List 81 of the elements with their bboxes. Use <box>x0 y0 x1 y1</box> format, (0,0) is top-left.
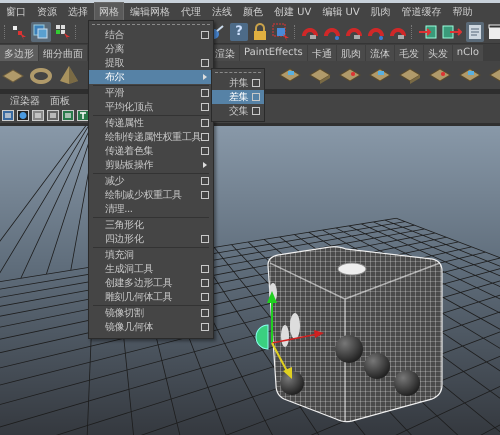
menu-item[interactable]: 分离 <box>89 42 213 56</box>
option-box-icon[interactable] <box>252 107 260 115</box>
menu-item[interactable]: 传递着色集 <box>89 144 213 158</box>
pyramid-icon[interactable] <box>58 65 80 85</box>
option-box-icon[interactable] <box>201 59 209 67</box>
shelf-tab[interactable]: 卡通 <box>308 45 336 61</box>
option-box-icon[interactable] <box>201 265 209 273</box>
menu-item[interactable]: 网格 <box>95 2 123 20</box>
shelf-tab[interactable]: 多边形 <box>0 45 38 61</box>
option-box-icon[interactable] <box>201 191 209 199</box>
option-box-icon[interactable] <box>201 119 209 127</box>
menu-item[interactable]: 资源 <box>33 2 61 20</box>
menu-item[interactable]: 提取 <box>89 56 213 70</box>
menu-item[interactable]: 差集 <box>212 90 264 104</box>
shelf-tab[interactable]: nClo <box>452 45 483 61</box>
menu-item[interactable]: 平均化顶点 <box>89 100 213 114</box>
menu-item[interactable]: 生成洞工具 <box>89 262 213 276</box>
menu-item[interactable]: 四边形化 <box>89 232 213 246</box>
menu-item[interactable]: 编辑网格 <box>126 2 174 20</box>
lock-icon[interactable] <box>252 22 268 40</box>
option-box-icon[interactable] <box>201 279 209 287</box>
output-arrow-icon[interactable] <box>442 24 462 40</box>
option-box-icon[interactable] <box>201 103 209 111</box>
help-button[interactable]: ? <box>230 22 248 40</box>
panel-menu-item[interactable]: 面板 <box>50 94 70 108</box>
select-tool-icon[interactable] <box>11 24 27 40</box>
panel-menu-item[interactable]: 渲染器 <box>10 94 40 108</box>
grid-icon[interactable] <box>2 110 14 120</box>
attribute-editor-button[interactable] <box>466 22 484 42</box>
select-button[interactable] <box>31 22 51 42</box>
shelf-tab[interactable]: 毛发 <box>394 45 423 61</box>
menu-item[interactable]: 代理 <box>177 2 205 20</box>
shelf-tab[interactable]: 流体 <box>366 45 394 61</box>
shelf-tab[interactable]: 头发 <box>424 45 452 61</box>
menu-item[interactable]: 减少 <box>89 174 213 188</box>
menu-item[interactable]: 创建 UV <box>270 2 316 20</box>
menu-item[interactable]: 并集 <box>212 76 264 90</box>
clapperboard-icon[interactable] <box>488 24 500 40</box>
select-tool-icon[interactable] <box>55 24 71 40</box>
menu-item[interactable]: 镜像切割 <box>89 306 213 320</box>
option-box-icon[interactable] <box>201 31 209 39</box>
menu-item[interactable]: 传递属性 <box>89 116 213 130</box>
option-box-icon[interactable] <box>201 177 209 185</box>
menu-item[interactable]: 肌肉 <box>366 2 395 20</box>
menu-item[interactable]: 剪贴板操作 <box>89 158 213 172</box>
option-box-icon[interactable] <box>201 133 210 141</box>
menu-item[interactable]: 选择 <box>64 2 92 20</box>
menu-item[interactable]: 交集 <box>212 104 264 118</box>
sphere-icon[interactable] <box>17 110 29 120</box>
menu-item[interactable]: 绘制减少权重工具 <box>89 188 213 202</box>
text-icon[interactable] <box>77 110 89 120</box>
menu-item[interactable]: 雕刻几何体工具 <box>89 290 213 304</box>
menu-item[interactable]: 结合 <box>89 28 213 42</box>
menu-item[interactable]: 创建多边形工具 <box>89 276 213 290</box>
tear-off-line[interactable] <box>212 69 264 76</box>
menu-item[interactable]: 清理... <box>89 202 213 216</box>
option-box-icon[interactable] <box>252 79 260 87</box>
torus-icon[interactable] <box>30 66 52 84</box>
menu-item[interactable]: 绘制传递属性权重工具 <box>89 130 213 144</box>
option-box-icon[interactable] <box>201 147 209 155</box>
square-icon[interactable] <box>32 110 44 120</box>
menu-item[interactable]: 镜像几何体 <box>89 320 213 334</box>
shelf-tab[interactable]: PaintEffects <box>240 45 307 61</box>
menu-item[interactable]: 布尔 <box>89 70 213 84</box>
menu-item[interactable]: 法线 <box>208 2 236 20</box>
option-box-icon[interactable] <box>201 323 209 331</box>
menu-item[interactable]: 平滑 <box>89 86 213 100</box>
menu-item[interactable]: 填充洞 <box>89 248 213 262</box>
menu-item[interactable]: 管道缓存 <box>398 2 446 20</box>
option-box-icon[interactable] <box>201 89 209 97</box>
menu-item[interactable]: 颜色 <box>239 2 267 20</box>
option-box-icon[interactable] <box>201 309 209 317</box>
shelf-tab[interactable]: 肌肉 <box>336 45 365 61</box>
input-arrow-icon[interactable] <box>418 24 438 40</box>
option-box-icon[interactable] <box>201 235 209 243</box>
menu-item[interactable]: 窗口 <box>2 2 30 20</box>
option-box-icon[interactable] <box>201 293 209 301</box>
menu-item[interactable]: 三角形化 <box>89 218 213 232</box>
menu-item[interactable]: 帮助 <box>448 2 477 20</box>
menu-item[interactable]: 编辑 UV <box>318 2 364 20</box>
shelf-tab[interactable]: 细分曲面 <box>39 45 87 61</box>
